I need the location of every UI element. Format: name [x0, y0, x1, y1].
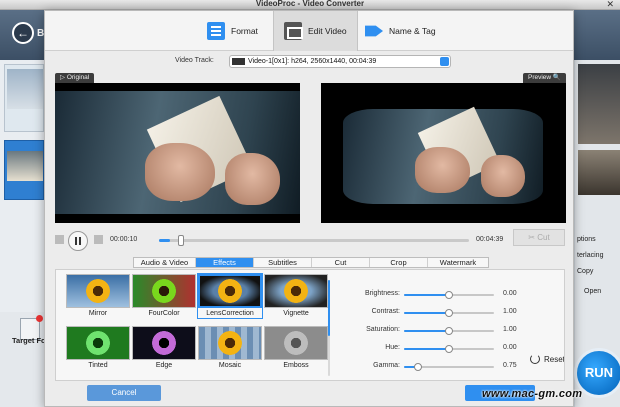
preview-video [321, 83, 566, 223]
brightness-row: Brightness: 0.00 [338, 290, 558, 300]
video-track-select[interactable]: Video-1[0x1]: h264, 2560x1440, 00:04:39 [229, 55, 451, 68]
cancel-button[interactable]: Cancel [87, 385, 161, 401]
watermark-text: www.mac-gm.com [482, 388, 583, 400]
slider-knob[interactable] [445, 327, 453, 335]
subtab-audio-video[interactable]: Audio & Video [134, 258, 196, 267]
brightness-label: Brightness: [364, 290, 400, 297]
saturation-value: 1.00 [503, 326, 517, 333]
subtab-cut[interactable]: Cut [312, 258, 370, 267]
brightness-slider[interactable] [404, 291, 494, 299]
window-title: VideoProc - Video Converter [255, 0, 365, 8]
effect-fourcolor[interactable]: FourColor [132, 274, 196, 317]
contrast-row: Contrast: 1.00 [338, 308, 558, 318]
adjustment-panel: Brightness: 0.00 Contrast: 1.00 Saturati… [338, 270, 564, 380]
effects-scrollbar[interactable] [328, 280, 330, 336]
effect-label: Emboss [283, 362, 309, 369]
reset-icon [530, 354, 540, 364]
open-button[interactable]: Open [584, 288, 601, 295]
original-frame [55, 91, 300, 214]
timeline-knob[interactable] [178, 235, 185, 246]
reset-label: Reset [544, 354, 565, 364]
timeline-progress [159, 239, 171, 242]
edit-video-dialog: Format Edit Video Name & Tag Video Track… [44, 10, 574, 407]
back-icon[interactable]: ← [12, 22, 34, 44]
options-list: ptions terlacing Copy [577, 232, 603, 280]
option-item[interactable]: ptions [577, 232, 603, 248]
gamma-row: Gamma: 0.75 [338, 362, 558, 372]
prev-frame-icon[interactable] [55, 235, 64, 244]
subtab-subtitles[interactable]: Subtitles [254, 258, 312, 267]
tab-name-tag[interactable]: Name & Tag [365, 11, 436, 51]
effect-label: Vignette [283, 310, 309, 317]
effect-edge[interactable]: Edge [132, 326, 196, 369]
end-time: 00:04:39 [476, 236, 504, 243]
subtab-effects[interactable]: Effects [196, 258, 254, 267]
tab-label: Format [231, 26, 258, 36]
original-label: ▷ Original [55, 73, 95, 83]
saturation-row: Saturation: 1.00 [338, 326, 558, 336]
slider-knob[interactable] [445, 309, 453, 317]
hue-slider[interactable] [404, 345, 494, 353]
effect-mosaic[interactable]: Mosaic [198, 326, 262, 369]
subtab-crop[interactable]: Crop [370, 258, 428, 267]
slider-knob[interactable] [413, 363, 422, 371]
preview-label: Preview 🔍 [523, 73, 567, 83]
contrast-label: Contrast: [371, 308, 400, 315]
cut-button[interactable]: ✂ Cut [513, 229, 565, 246]
preview-thumbnail-2 [578, 150, 620, 195]
tab-label: Name & Tag [389, 26, 436, 36]
video-track-label: Video Track: [175, 57, 214, 64]
contrast-slider[interactable] [404, 309, 494, 317]
file-thumbnail-selected[interactable] [4, 140, 44, 200]
tab-label: Edit Video [308, 26, 347, 36]
effect-label: Mirror [88, 310, 108, 317]
current-time: 00:00:10 [110, 236, 138, 243]
preview-thumbnail [578, 64, 620, 144]
close-icon[interactable]: ✕ [606, 0, 614, 10]
file-thumbnail[interactable] [4, 64, 44, 132]
tab-format[interactable]: Format [207, 11, 258, 51]
timeline-slider[interactable] [159, 235, 469, 246]
effect-label: Mosaic [218, 362, 242, 369]
subtab-watermark[interactable]: Watermark [428, 258, 488, 267]
dialog-tabs: Format Edit Video Name & Tag [45, 11, 573, 51]
effect-lenscorrection[interactable]: LensCorrection [197, 273, 263, 319]
effect-mirror[interactable]: Mirror [66, 274, 130, 317]
effects-panel: Mirror FourColor LensCorrection Vignette… [55, 269, 565, 381]
preview-frame [343, 106, 543, 204]
slider-knob[interactable] [445, 291, 453, 299]
brightness-value: 0.00 [503, 290, 517, 297]
effect-vignette[interactable]: Vignette [264, 274, 328, 317]
stop-icon[interactable] [94, 235, 103, 244]
original-video [55, 83, 300, 223]
playback-controls: 00:00:10 00:04:39 ✂ Cut [55, 229, 565, 253]
gamma-slider[interactable] [404, 363, 494, 371]
slider-knob[interactable] [445, 345, 453, 353]
option-item[interactable]: Copy [577, 264, 603, 280]
edit-video-icon [284, 22, 303, 40]
effect-label: FourColor [148, 310, 180, 317]
reset-button[interactable]: Reset [530, 354, 565, 364]
option-item[interactable]: terlacing [577, 248, 603, 264]
effect-label: Tinted [88, 362, 108, 369]
edit-subtabs: Audio & Video Effects Subtitles Cut Crop… [133, 257, 489, 268]
name-tag-icon [365, 25, 383, 37]
tab-edit-video[interactable]: Edit Video [273, 11, 358, 51]
hue-row: Hue: 0.00 [338, 344, 558, 354]
saturation-slider[interactable] [404, 327, 494, 335]
hue-value: 0.00 [503, 344, 517, 351]
gamma-value: 0.75 [503, 362, 517, 369]
format-icon [207, 22, 225, 40]
effect-tinted[interactable]: Tinted [66, 326, 130, 369]
pause-button[interactable] [68, 231, 88, 251]
hue-label: Hue: [385, 344, 400, 351]
window-titlebar: VideoProc - Video Converter ✕ [0, 0, 620, 10]
effect-label: Edge [155, 362, 173, 369]
contrast-value: 1.00 [503, 308, 517, 315]
gamma-label: Gamma: [373, 362, 400, 369]
effect-emboss[interactable]: Emboss [264, 326, 328, 369]
effect-label: LensCorrection [206, 310, 254, 317]
saturation-label: Saturation: [366, 326, 400, 333]
